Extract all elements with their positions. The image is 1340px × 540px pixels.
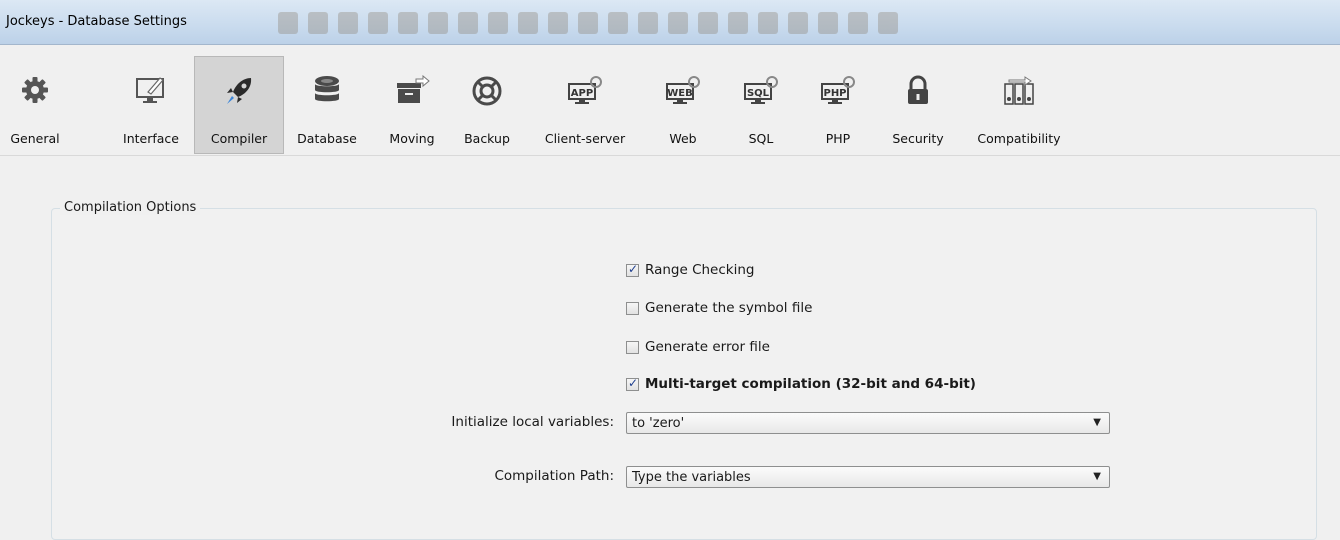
monitor-pencil-icon [136,77,164,103]
tab-general[interactable]: General [4,57,66,153]
tab-compatibility-label: Compatibility [977,131,1061,146]
php-server-icon: PHP [821,76,855,104]
gear-icon [22,77,48,103]
tab-interface-label: Interface [123,131,179,146]
generate-symbol-file-checkbox[interactable]: Generate the symbol file [626,299,812,317]
tab-security[interactable]: Security [882,57,954,153]
compilation-path-select[interactable]: Type the variables ▼ [626,466,1110,488]
tab-php[interactable]: PHP PHP [810,57,866,153]
tab-backup-label: Backup [464,131,510,146]
multi-target-compilation-checkbox[interactable]: Multi-target compilation (32-bit and 64-… [626,375,976,393]
tab-backup[interactable]: Backup [452,57,522,153]
generate-symbol-file-label: Generate the symbol file [645,300,813,316]
box-arrow-icon [397,75,430,103]
tab-client-server[interactable]: APP Client-server [536,57,634,153]
range-checking-label: Range Checking [645,262,755,278]
tab-moving[interactable]: Moving [378,57,446,153]
init-local-vars-label: Initialize local variables: [451,414,614,430]
compilation-path-value: Type the variables [632,470,751,485]
tab-php-label: PHP [825,131,851,146]
checkbox-box[interactable] [626,376,639,391]
tab-compatibility[interactable]: Compatibility [964,57,1074,153]
tab-compiler-label: Compiler [210,131,268,146]
svg-text:WEB: WEB [667,88,692,99]
app-server-icon: APP [568,76,602,104]
window-title: Jockeys - Database Settings [6,14,187,29]
chevron-down-icon[interactable]: ▼ [1093,417,1101,428]
checkbox-box[interactable] [626,262,639,277]
init-local-vars-select[interactable]: to 'zero' ▼ [626,412,1110,434]
compilation-options-title: Compilation Options [60,200,201,215]
compilation-path-label: Compilation Path: [494,468,614,484]
tab-client-server-label: Client-server [544,131,626,146]
checkbox-box[interactable] [626,340,639,354]
tab-sql[interactable]: SQL SQL [733,57,789,153]
lifebuoy-icon [472,76,502,106]
checkbox-box[interactable] [626,301,639,315]
svg-text:APP: APP [571,88,593,99]
tab-database[interactable]: Database [288,57,366,153]
compilation-options-group [51,208,1317,540]
svg-text:SQL: SQL [747,88,770,99]
rocket-icon [227,78,252,104]
titlebar-background-decoration [278,12,898,34]
multi-target-compilation-label: Multi-target compilation (32-bit and 64-… [645,376,976,392]
tab-database-label: Database [297,131,357,146]
generate-error-file-label: Generate error file [645,339,770,355]
compatibility-icon [1004,76,1034,105]
tab-web[interactable]: WEB Web [655,57,711,153]
tab-interface[interactable]: Interface [112,57,190,153]
tab-general-label: General [10,131,60,146]
settings-content: Compilation Options Range Checking Gener… [0,156,1340,540]
sql-server-icon: SQL [744,76,778,104]
init-local-vars-value: to 'zero' [632,416,685,431]
chevron-down-icon[interactable]: ▼ [1093,471,1101,482]
tab-compiler[interactable]: Compiler [194,56,284,154]
generate-error-file-checkbox[interactable]: Generate error file [626,338,770,356]
tab-security-label: Security [892,131,944,146]
tab-web-label: Web [669,131,697,146]
svg-text:PHP: PHP [823,88,846,99]
tab-moving-label: Moving [389,131,435,146]
tab-sql-label: SQL [748,131,774,146]
web-server-icon: WEB [666,76,700,104]
lock-icon [908,75,928,104]
settings-toolbar: General Interface Compiler Database Movi… [0,45,1340,156]
database-icon [315,76,339,102]
title-bar: Jockeys - Database Settings [0,0,1340,45]
range-checking-checkbox[interactable]: Range Checking [626,261,754,279]
